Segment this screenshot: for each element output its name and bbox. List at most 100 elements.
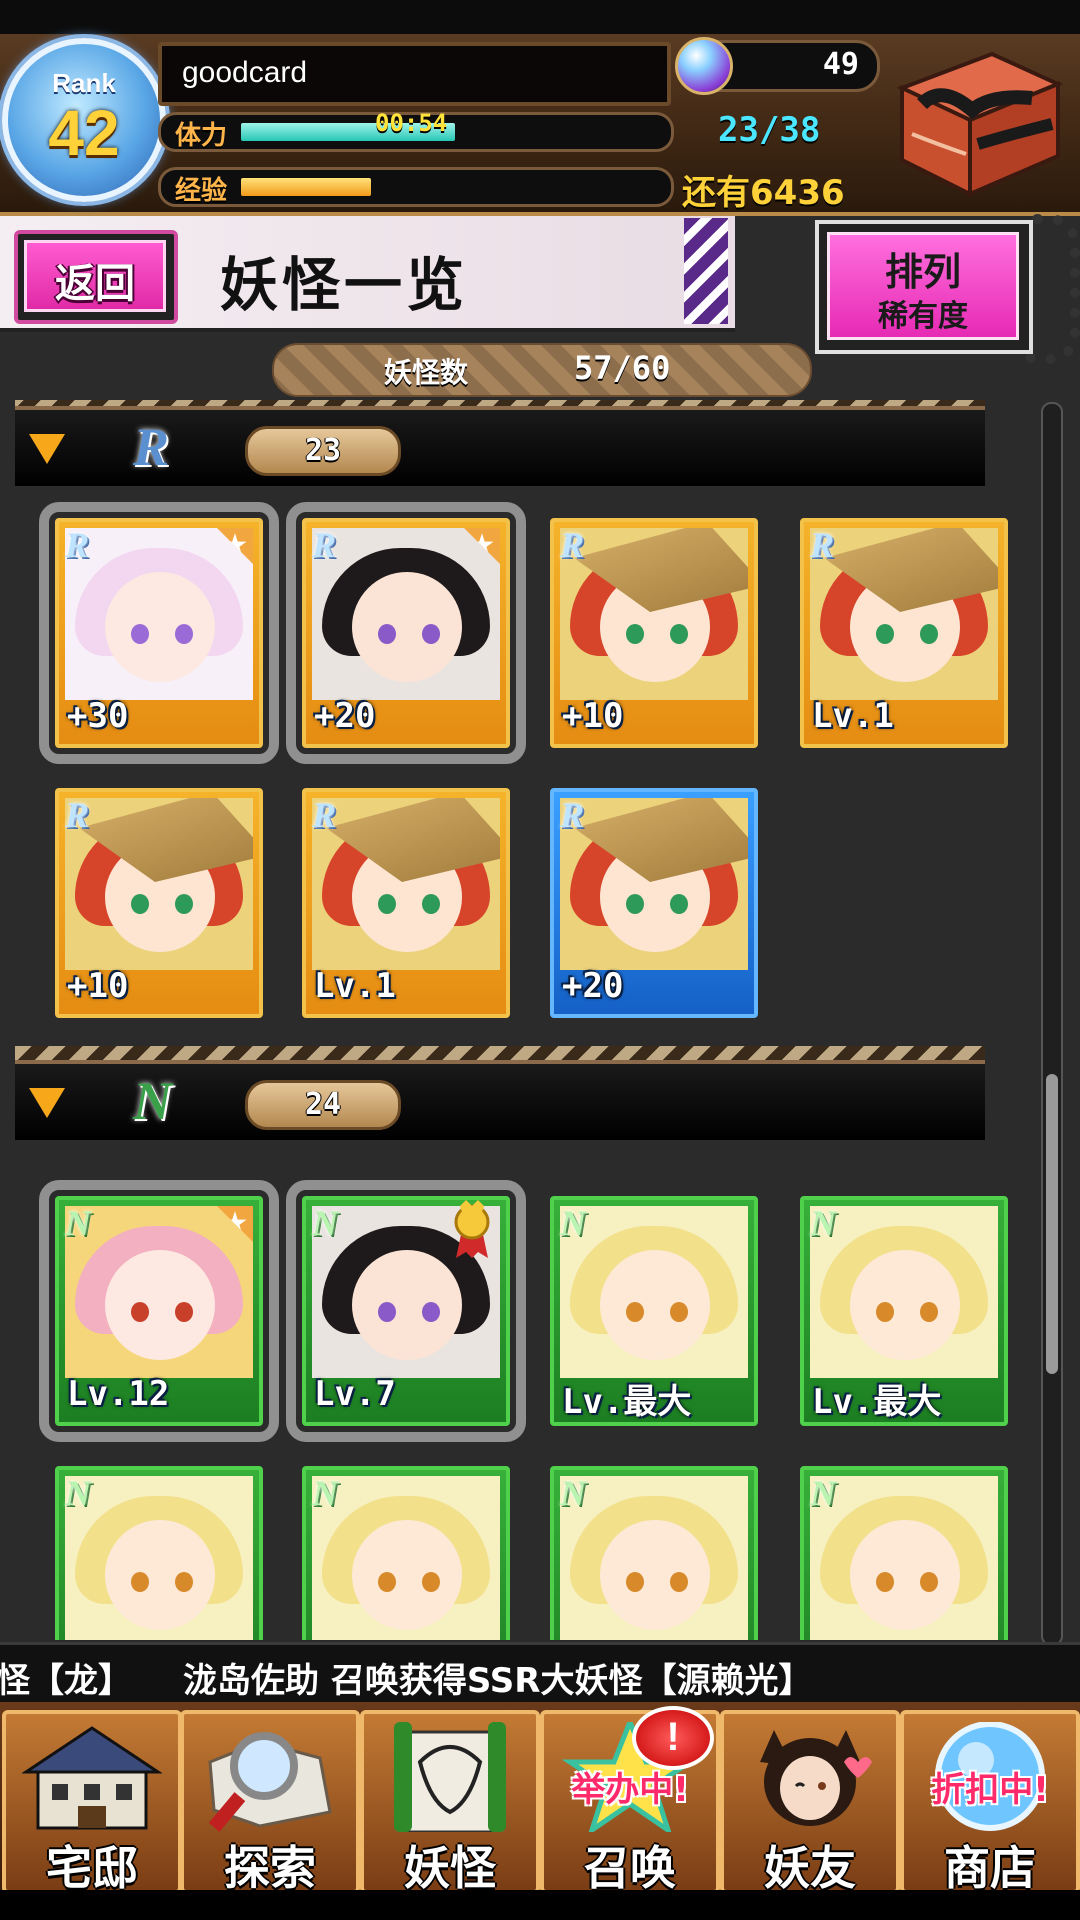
- monster-card[interactable]: R Lv.1: [302, 788, 510, 1018]
- portrait-eye: [626, 624, 644, 644]
- portrait-eye: [670, 1302, 688, 1322]
- monster-card[interactable]: R Lv.1: [800, 518, 1008, 748]
- stamina-timer: 00:54: [375, 109, 448, 137]
- portrait-eye: [131, 1302, 149, 1322]
- portrait-face: [600, 1520, 710, 1630]
- card-rarity-icon: N: [65, 1473, 91, 1513]
- card-level: +30: [67, 696, 129, 736]
- scrollbar[interactable]: [1041, 402, 1063, 1646]
- monster-portrait: [810, 1206, 998, 1378]
- rank-badge[interactable]: Rank 42: [2, 38, 166, 202]
- sort-button-label: 排列: [884, 250, 961, 294]
- portrait-eye: [422, 624, 440, 644]
- card-rarity-icon: N: [560, 1203, 586, 1243]
- gem-counter[interactable]: 49: [675, 37, 880, 95]
- summon-notification-badge: !: [632, 1706, 714, 1770]
- monster-card[interactable]: NLv.最大: [55, 1466, 263, 1640]
- monster-card[interactable]: R +20: [550, 788, 758, 1018]
- card-rarity-icon: N: [810, 1473, 836, 1513]
- monster-card[interactable]: R +10: [550, 518, 758, 748]
- monster-portrait: [312, 1476, 500, 1640]
- card-rarity-icon: N: [65, 1203, 91, 1243]
- monster-portrait: [312, 528, 500, 700]
- portrait-eye: [626, 1302, 644, 1322]
- portrait-eye: [378, 624, 396, 644]
- portrait-eye: [422, 1302, 440, 1322]
- fox-girl-icon: [760, 1730, 872, 1826]
- nav-monsters-label: 妖怪: [404, 1841, 496, 1895]
- monster-card[interactable]: R +10: [55, 788, 263, 1018]
- monster-count-value: 57/60: [574, 349, 671, 387]
- sort-button-face: 排列 稀有度: [827, 232, 1019, 340]
- portrait-eye: [131, 894, 149, 914]
- portrait-face: [600, 1250, 710, 1360]
- card-rarity-icon: R: [560, 525, 585, 565]
- scrollbar-thumb[interactable]: [1046, 1074, 1058, 1374]
- portrait-face: [352, 1520, 462, 1630]
- card-level: Lv.最大: [812, 1382, 942, 1422]
- monster-portrait: [65, 1476, 253, 1640]
- portrait-eye: [378, 894, 396, 914]
- nav-summon-tag: 举办中!: [571, 1770, 689, 1810]
- rank-label: Rank: [52, 68, 116, 98]
- monster-portrait: [65, 1206, 253, 1378]
- portrait-face: [850, 1520, 960, 1630]
- gift-box-icon[interactable]: [882, 44, 1068, 200]
- nav-friends-button[interactable]: 妖友: [720, 1710, 900, 1895]
- back-button-label: 返回: [55, 261, 135, 307]
- collapse-arrow-icon[interactable]: [29, 1088, 65, 1118]
- title-ribbon: [684, 218, 728, 324]
- monster-card[interactable]: NLv.最大: [800, 1466, 1008, 1640]
- card-level: Lv.12: [67, 1374, 170, 1414]
- monster-portrait: [65, 528, 253, 700]
- portrait-eye: [422, 1572, 440, 1592]
- sort-button[interactable]: 排列 稀有度: [815, 220, 1033, 354]
- scroll-icon: [394, 1722, 506, 1832]
- monster-card[interactable]: R ★ +20: [286, 502, 526, 764]
- portrait-face: [850, 1250, 960, 1360]
- section-rarity-icon: R: [133, 417, 170, 477]
- monster-card[interactable]: R ★ +30: [39, 502, 279, 764]
- monster-card[interactable]: N Lv.最大: [550, 1196, 758, 1426]
- nav-home-button[interactable]: 宅邸: [2, 1710, 182, 1895]
- portrait-eye: [175, 894, 193, 914]
- medal-icon: [454, 1200, 490, 1258]
- card-level: Lv.1: [314, 966, 396, 1006]
- portrait-eye: [876, 624, 894, 644]
- section-header-n[interactable]: N 24: [15, 1046, 985, 1140]
- portrait-eye: [131, 1572, 149, 1592]
- stamina-label: 体力: [175, 121, 228, 151]
- portrait-eye: [422, 894, 440, 914]
- card-rarity-icon: R: [312, 525, 337, 565]
- monster-card[interactable]: NLv.最大: [800, 1196, 1008, 1426]
- back-button[interactable]: 返回: [14, 230, 178, 324]
- portrait-face: [105, 1520, 215, 1630]
- portrait-eye: [626, 1572, 644, 1592]
- player-name-box: goodcard: [158, 42, 671, 106]
- gem-count: 49: [822, 47, 859, 82]
- card-level: +10: [562, 696, 624, 736]
- monster-portrait: [560, 1476, 748, 1640]
- exp-fill: [241, 178, 372, 196]
- monster-card[interactable]: N ★ Lv.12: [39, 1180, 279, 1442]
- nav-shop-button[interactable]: 折扣中! 商店: [900, 1710, 1080, 1895]
- section-header-r[interactable]: R 23: [15, 400, 985, 486]
- monster-card[interactable]: NLv.最大: [302, 1466, 510, 1640]
- portrait-eye: [626, 894, 644, 914]
- section-count: 23: [304, 433, 342, 468]
- monster-card[interactable]: NLv.最大: [550, 1466, 758, 1640]
- section-stripe: [15, 400, 985, 406]
- section-stripe: [15, 1046, 985, 1060]
- news-ticker-text: 怪【龙】 泷岛佐助 召唤获得SSR大妖怪【源赖光】: [0, 1661, 813, 1701]
- system-nav-bar: [0, 1890, 1080, 1920]
- back-button-face: 返回: [24, 240, 166, 312]
- portrait-eye: [175, 1572, 193, 1592]
- card-level: Lv.最大: [562, 1382, 692, 1422]
- nav-monsters-button[interactable]: 妖怪: [360, 1710, 540, 1895]
- card-level: +20: [314, 696, 376, 736]
- monster-list[interactable]: R 23 R ★ +30 R ★ +20 R +10 R Lv.1 R +10 R Lv.1 R +20 N 24 N ★…: [0, 400, 1040, 1640]
- nav-explore-button[interactable]: 探索: [180, 1710, 360, 1895]
- monster-card[interactable]: N Lv.7: [286, 1180, 526, 1442]
- collapse-arrow-icon[interactable]: [29, 434, 65, 464]
- portrait-eye: [670, 1572, 688, 1592]
